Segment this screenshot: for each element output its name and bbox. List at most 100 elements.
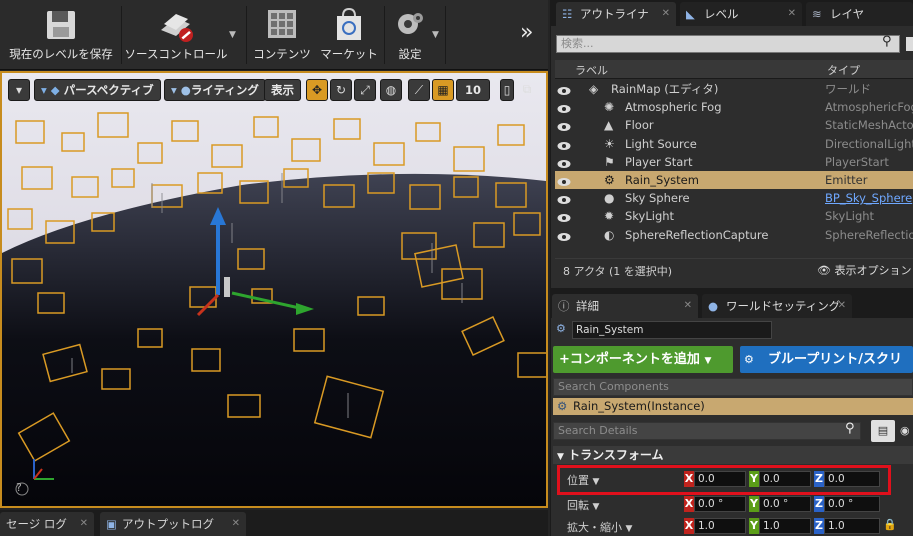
component-instance-row[interactable]: ⚙ Rain_System(Instance) — [553, 398, 913, 415]
visibility-eye-icon[interactable] — [557, 229, 571, 241]
outliner-row-label: Player Start — [625, 154, 693, 169]
close-icon[interactable]: ✕ — [80, 512, 88, 536]
viewport-scene[interactable] — [2, 73, 546, 506]
skylight-icon: ✹ — [604, 209, 615, 224]
close-icon[interactable]: ✕ — [662, 2, 670, 26]
settings-button[interactable]: 設定 — [388, 4, 432, 66]
outliner-options-button[interactable] — [906, 37, 913, 51]
col-type[interactable]: タイプ — [827, 62, 860, 78]
visibility-eye-icon[interactable] — [557, 210, 571, 223]
search-icon[interactable]: ⚲ — [882, 34, 892, 49]
instance-label: Rain_System(Instance) — [573, 399, 705, 413]
scale-z-field[interactable]: 1.0 — [824, 518, 880, 534]
save-level-button[interactable]: 現在のレベルを保存 — [4, 4, 118, 66]
visibility-eye-icon[interactable] — [557, 119, 571, 132]
outliner-search-placeholder: 検索... — [561, 37, 594, 50]
grid-snap-button[interactable]: ▦ — [432, 79, 454, 101]
visibility-eye-icon[interactable] — [557, 192, 571, 205]
view-options-button[interactable]: 👁 表示オプション — [817, 262, 911, 278]
lighting-label: ライティング — [190, 83, 259, 97]
contents-button[interactable]: コンテンツ — [252, 4, 312, 66]
source-control-dropdown-icon[interactable]: ▼ — [229, 30, 236, 40]
outliner-row[interactable]: ⚙ Rain_System Emitter — [555, 171, 913, 189]
rotation-x-field[interactable]: 0.0 ° — [694, 496, 746, 512]
surface-snap-button[interactable]: ⟋ — [408, 79, 430, 101]
col-label[interactable]: ラベル — [575, 62, 608, 78]
marketplace-button[interactable]: マーケット — [318, 4, 380, 66]
content-browser-icon — [268, 10, 296, 38]
tab-layers[interactable]: ≋ レイヤ — [806, 2, 913, 26]
outliner-row[interactable]: ◐ SphereReflectionCapture SphereReflection — [555, 226, 913, 244]
outliner-row[interactable]: ☀ Light Source DirectionalLight — [555, 135, 913, 153]
viewport-options-button[interactable]: ▾ — [8, 79, 30, 101]
visibility-eye-icon[interactable] — [557, 138, 571, 150]
details-icon: ⓘ — [558, 299, 570, 313]
outliner-row-label: SphereReflectionCapture — [625, 227, 769, 242]
source-control-button[interactable]: ソースコントロール — [124, 4, 228, 66]
outliner-search-input[interactable]: 検索... — [556, 35, 900, 53]
close-icon[interactable]: ✕ — [788, 2, 796, 26]
close-icon[interactable]: ✕ — [838, 294, 846, 318]
rotation-label[interactable]: 回転 ▼ — [567, 497, 599, 513]
search-details-input[interactable]: Search Details — [553, 422, 861, 440]
outliner-row[interactable]: ⚑ Player Start PlayerStart — [555, 153, 913, 171]
bottom-tab-bar: セージ ログ ✕ ▣ アウトプットログ ✕ — [0, 510, 548, 536]
rotate-mode-button[interactable]: ↻ — [330, 79, 352, 101]
perspective-button[interactable]: ▾ ◆ パースペクティブ — [34, 79, 161, 101]
scale-y-field[interactable]: 1.0 — [759, 518, 811, 534]
transform-section-header[interactable]: ▼ トランスフォーム — [553, 446, 913, 464]
world-local-toggle[interactable]: ◍ — [380, 79, 402, 101]
outliner-row-label: Atmospheric Fog — [625, 100, 722, 115]
world-settings-tab-label: ワールドセッティング — [726, 299, 841, 313]
rotation-z-field[interactable]: 0.0 ° — [824, 496, 880, 512]
settings-dropdown-icon[interactable]: ▼ — [432, 30, 439, 40]
scale-x-field[interactable]: 1.0 — [694, 518, 746, 534]
visibility-eye-icon[interactable] — [557, 83, 571, 95]
tab-levels[interactable]: ◣ レベル ✕ — [680, 2, 802, 26]
outliner-row-label: SkyLight — [625, 209, 675, 224]
property-matrix-button[interactable]: ▤ — [871, 420, 895, 442]
actor-name-field[interactable]: Rain_System — [572, 321, 772, 339]
outliner-row[interactable]: ● Sky Sphere BP_Sky_Sphere — [555, 189, 913, 207]
level-viewport[interactable]: ▾ ▾ ◆ パースペクティブ ▾ ●ライティング 表示 ✥ ↻ ⤢ ◍ ⟋ ▦ … — [0, 71, 548, 508]
rotation-y-field[interactable]: 0.0 ° — [759, 496, 811, 512]
scale-mode-button[interactable]: ⤢ — [354, 79, 376, 101]
scale-label[interactable]: 拡大・縮小 ▼ — [567, 519, 632, 535]
visibility-eye-icon[interactable] — [557, 156, 571, 168]
layout-icon: ▯ — [503, 83, 511, 97]
tab-message-log[interactable]: セージ ログ ✕ — [0, 512, 94, 536]
tab-world-settings[interactable]: ● ワールドセッティング ✕ — [702, 294, 852, 318]
source-control-icon — [161, 14, 193, 42]
help-icon[interactable]: ? — [16, 481, 22, 494]
show-button[interactable]: 表示 — [264, 79, 301, 101]
outliner-row[interactable]: ◈ RainMap (エディタ) ワールド — [555, 80, 913, 98]
outliner-tab-label: アウトライナ — [580, 7, 649, 21]
visibility-eye-icon[interactable] — [557, 174, 571, 186]
tab-details[interactable]: ⓘ 詳細 ✕ — [552, 294, 698, 318]
close-icon[interactable]: ✕ — [232, 512, 240, 536]
add-component-button[interactable]: +コンポーネントを追加 ▼ — [553, 346, 733, 373]
output-log-icon: ▣ — [106, 517, 117, 531]
lighting-button[interactable]: ▾ ●ライティング — [164, 79, 266, 101]
outliner-row-label: Floor — [625, 118, 654, 133]
outliner-row[interactable]: ✹ SkyLight SkyLight — [555, 207, 913, 225]
lock-icon[interactable]: 🔒 — [883, 518, 897, 531]
close-icon[interactable]: ✕ — [684, 294, 692, 318]
tab-outliner[interactable]: ☷ アウトライナ ✕ — [556, 2, 676, 26]
blueprint-button[interactable]: ⚙ ブループリント/スクリ — [740, 346, 913, 373]
translate-mode-button[interactable]: ✥ — [306, 79, 328, 101]
levels-icon: ◣ — [686, 7, 695, 21]
outliner-row[interactable]: ✺ Atmospheric Fog AtmosphericFog — [555, 98, 913, 116]
search-components-input[interactable]: Search Components — [553, 378, 913, 396]
visibility-eye-icon[interactable] — [557, 101, 571, 114]
search-icon[interactable]: ⚲ — [845, 421, 855, 436]
maximize-viewport-button[interactable]: ⧉ — [518, 79, 536, 101]
outliner-row-type[interactable]: BP_Sky_Sphere — [825, 189, 912, 207]
tab-output-log[interactable]: ▣ アウトプットログ ✕ — [100, 512, 246, 536]
grid-snap-value[interactable]: 10 — [456, 79, 490, 101]
viewport-layout-button[interactable]: ▯ — [500, 79, 514, 101]
lighting-sphere-icon: ▾ ● — [171, 83, 191, 97]
toolbar-expand-icon[interactable]: » — [520, 20, 533, 45]
outliner-row[interactable]: ▲ Floor StaticMeshActor — [555, 116, 913, 134]
eye-icon[interactable]: ◉ — [900, 424, 910, 437]
